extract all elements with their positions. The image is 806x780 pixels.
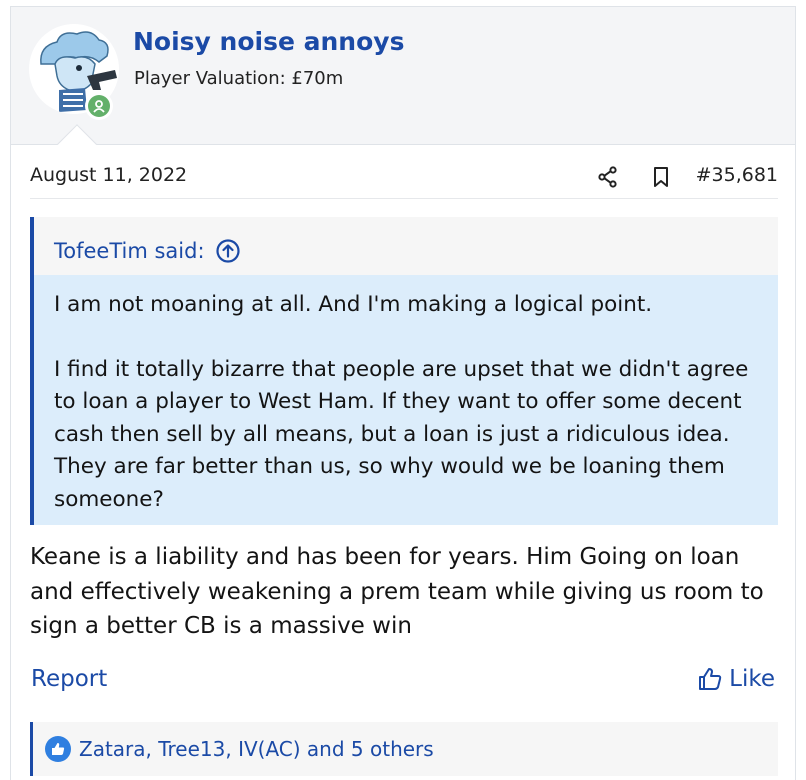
post-container: Noisy noise annoys Player Valuation: £70… — [10, 6, 796, 780]
quote-author-link[interactable]: TofeeTim said: — [54, 239, 205, 263]
share-icon[interactable] — [596, 165, 620, 189]
like-button[interactable]: Like — [697, 666, 775, 692]
reactions-text[interactable]: Zatara, Tree13, IV(AC) and 5 others — [79, 737, 434, 761]
like-label: Like — [729, 666, 775, 692]
user-icon — [93, 100, 105, 113]
quote-header: TofeeTim said: — [34, 217, 778, 271]
thumbs-up-icon — [52, 743, 65, 755]
post-date-link[interactable]: August 11, 2022 — [30, 164, 187, 186]
bookmark-icon[interactable] — [649, 165, 673, 189]
post-number-link[interactable]: #35,681 — [696, 164, 778, 186]
quote-block: TofeeTim said: I am not moaning at all. … — [30, 217, 778, 525]
quote-paragraph: I am not moaning at all. And I'm making … — [54, 292, 653, 317]
report-link[interactable]: Report — [31, 666, 107, 692]
quote-body: I am not moaning at all. And I'm making … — [34, 275, 778, 525]
reactions-bar[interactable]: Zatara, Tree13, IV(AC) and 5 others — [30, 722, 778, 776]
user-header: Noisy noise annoys Player Valuation: £70… — [11, 7, 795, 145]
thumbs-up-icon — [699, 668, 722, 690]
like-reaction-icon — [45, 736, 71, 762]
message-body: Keane is a liability and has been for ye… — [30, 544, 764, 639]
post-meta: August 11, 2022 #35,681 — [30, 159, 778, 199]
online-status-badge — [85, 92, 113, 120]
username-link[interactable]: Noisy noise annoys — [133, 27, 404, 56]
jump-to-quote-icon[interactable] — [215, 238, 241, 264]
user-title: Player Valuation: £70m — [134, 68, 344, 89]
quote-paragraph: I find it totally bizarre that people ar… — [54, 356, 749, 512]
